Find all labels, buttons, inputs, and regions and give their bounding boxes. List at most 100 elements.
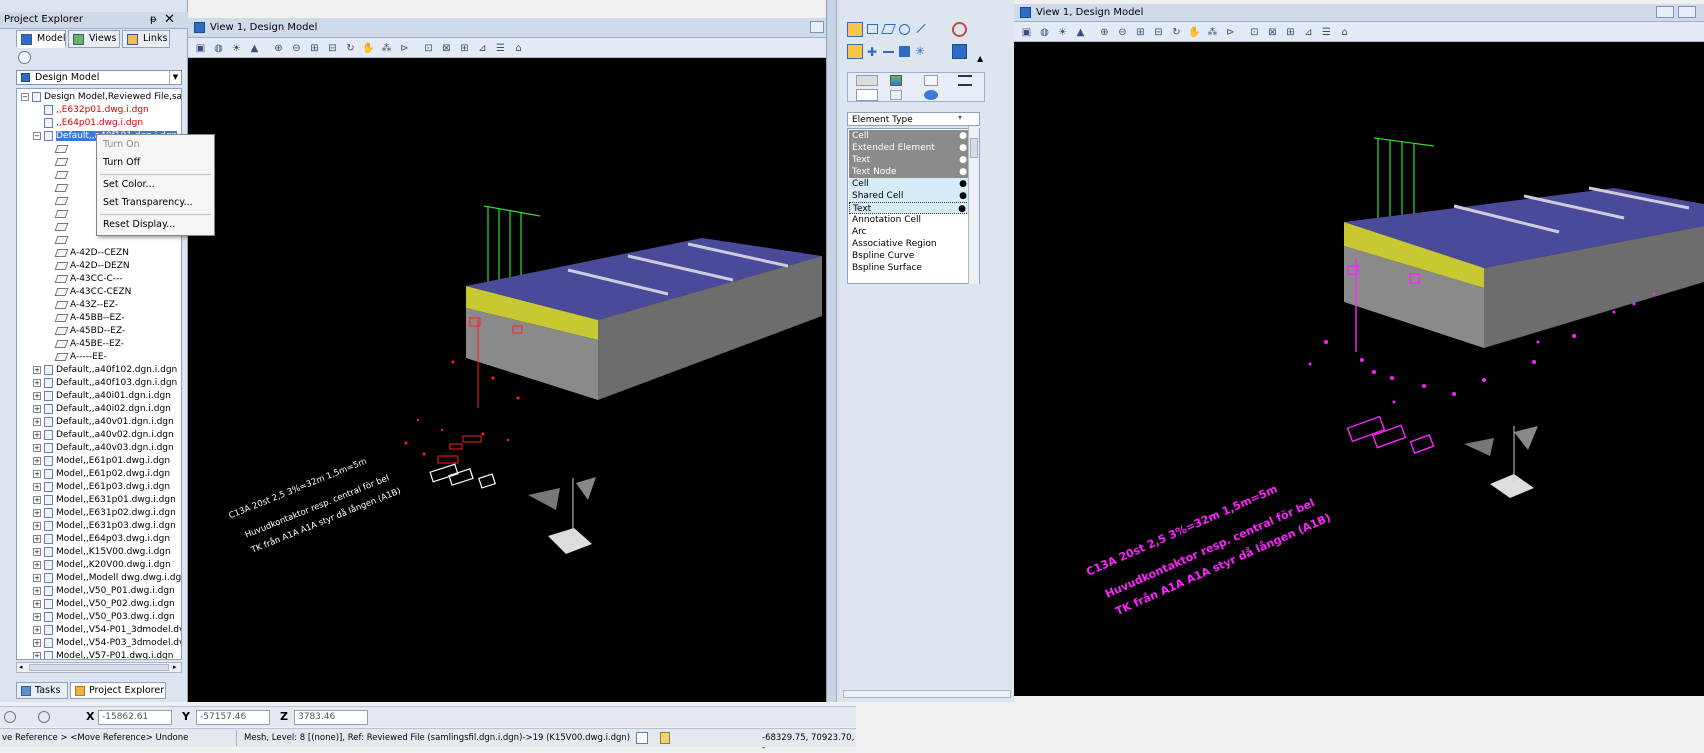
tree-row[interactable] xyxy=(45,156,70,169)
expand-toggle-icon[interactable]: + xyxy=(33,586,41,595)
clip-mask-icon[interactable]: ⊞ xyxy=(458,42,471,55)
tree-row[interactable]: A-43CC-C--- xyxy=(45,273,123,286)
scroll-right-icon[interactable]: ▸ xyxy=(173,663,177,671)
element-type-item[interactable]: Text ● xyxy=(849,202,975,214)
lighting-icon[interactable]: ☀ xyxy=(230,42,243,55)
tree-row[interactable]: + Default,,a40v01.dgn.i.dgn xyxy=(33,416,174,429)
element-panel-hscroll[interactable] xyxy=(843,690,1011,698)
pan-icon[interactable]: ✋ xyxy=(362,42,375,55)
view-right-canvas[interactable]: C13A 20st 2,5 3%=32m 1,5m=5m Huvudkontak… xyxy=(1014,42,1704,696)
expand-toggle-icon[interactable]: + xyxy=(33,534,41,543)
tree-row[interactable]: A-45BB--EZ- xyxy=(45,312,124,325)
tree-row[interactable]: + Model,,V54-P03_3dmodel.dv xyxy=(33,637,181,650)
clip-mask-icon[interactable]: ⊞ xyxy=(1284,26,1297,39)
tab-project-explorer[interactable]: Project Explorer xyxy=(70,682,166,699)
expand-toggle-icon[interactable]: + xyxy=(33,638,41,647)
expand-up-icon[interactable]: ▲ xyxy=(977,54,983,63)
view-previous-icon[interactable]: ⁂ xyxy=(1206,26,1219,39)
color-tab-icon[interactable] xyxy=(890,75,902,86)
model-dropdown[interactable]: Design Model ▼ xyxy=(16,70,182,85)
tree-row[interactable]: + Model,,V50_P02.dwg.i.dgn xyxy=(33,598,175,611)
class-tab-icon[interactable] xyxy=(890,90,902,100)
tree-row[interactable]: + Model,,K15V00.dwg.i.dgn xyxy=(33,546,171,559)
style-tab-icon[interactable] xyxy=(958,75,972,86)
element-type-item[interactable]: Cell ● xyxy=(849,130,975,142)
tree-row[interactable]: A-----EE- xyxy=(45,351,107,364)
tree-row[interactable]: + Default,,a40f102.dgn.i.dgn xyxy=(33,364,177,377)
tab-links[interactable]: Links xyxy=(122,30,170,48)
render-icon[interactable]: ◍ xyxy=(1038,26,1051,39)
zoom-out-icon[interactable]: ⊖ xyxy=(290,42,303,55)
view-left-canvas[interactable]: C13A 20st 2,5 3%=32m 1,5m=5m Huvudkontak… xyxy=(188,58,826,702)
expand-toggle-icon[interactable]: + xyxy=(33,625,41,634)
tree-row[interactable]: A-45BE--EZ- xyxy=(45,338,124,351)
menu-item-turn-on[interactable]: Turn On xyxy=(103,139,140,150)
expand-toggle-icon[interactable]: + xyxy=(33,430,41,439)
scrollbar-thumb[interactable] xyxy=(29,664,169,671)
element-type-item[interactable]: Bspline Surface xyxy=(849,262,975,274)
tree-row[interactable]: + Model,,E631p01.dwg.i.dgn xyxy=(33,494,176,507)
expand-toggle-icon[interactable]: + xyxy=(33,482,41,491)
levels-tab-icon[interactable] xyxy=(856,75,878,86)
expand-toggle-icon[interactable]: + xyxy=(33,469,41,478)
tree-row[interactable]: A-43Z--EZ- xyxy=(45,299,118,312)
tree-row[interactable]: A-42D--CEZN xyxy=(45,247,129,260)
lock-icon[interactable] xyxy=(660,732,670,744)
expand-toggle-icon[interactable]: + xyxy=(33,391,41,400)
tab-tasks[interactable]: Tasks xyxy=(16,682,68,699)
expand-toggle-icon[interactable]: + xyxy=(33,378,41,387)
x-input[interactable]: -15862.61 xyxy=(98,710,172,725)
pan-icon[interactable]: ✋ xyxy=(1188,26,1201,39)
pointer-button[interactable] xyxy=(952,44,967,59)
level-icon[interactable]: ▲ xyxy=(248,42,261,55)
tree-row[interactable]: + Default,,a40i02.dgn.i.dgn xyxy=(33,403,171,416)
new-selection-button[interactable] xyxy=(847,44,863,59)
expand-toggle-icon[interactable]: + xyxy=(33,443,41,452)
tree-row[interactable] xyxy=(45,221,70,234)
element-type-item[interactable]: Cell ● xyxy=(849,178,975,190)
expand-toggle-icon[interactable]: + xyxy=(33,521,41,530)
menu-item-reset-display[interactable]: Reset Display... xyxy=(103,219,175,230)
element-type-item[interactable]: Text Node ● xyxy=(849,166,975,178)
tree-row[interactable] xyxy=(45,208,70,221)
rotate-icon[interactable]: ↻ xyxy=(344,42,357,55)
element-type-item[interactable]: Extended Element ● xyxy=(849,142,975,154)
zoom-in-icon[interactable]: ⊕ xyxy=(1098,26,1111,39)
tree-row[interactable]: A-45BD--EZ- xyxy=(45,325,125,338)
refresh-icon[interactable] xyxy=(18,51,31,64)
tree-row[interactable]: + Model,,E61p02.dwg.i.dgn xyxy=(33,468,170,481)
select-block-button[interactable] xyxy=(867,24,878,34)
element-type-item[interactable]: Annotation Cell xyxy=(849,214,975,226)
element-type-header[interactable]: Element Type ▾ xyxy=(847,112,980,126)
view-display-icon[interactable]: ▣ xyxy=(194,42,207,55)
expand-toggle-icon[interactable]: + xyxy=(33,612,41,621)
fit-icon[interactable]: ⊞ xyxy=(1134,26,1147,39)
weight-tab-icon[interactable] xyxy=(924,75,938,86)
render-icon[interactable]: ◍ xyxy=(212,42,225,55)
zoom-out-icon[interactable]: ⊖ xyxy=(1116,26,1129,39)
tree-row[interactable] xyxy=(45,182,70,195)
tree-row[interactable]: + Model,,E631p03.dwg.i.dgn xyxy=(33,520,176,533)
view-attributes-icon[interactable]: ☰ xyxy=(494,42,507,55)
tab-model[interactable]: Model xyxy=(16,30,66,48)
fit-icon[interactable]: ⊞ xyxy=(308,42,321,55)
tree-row[interactable]: + Model,,E61p03.dwg.i.dgn xyxy=(33,481,170,494)
expand-toggle-icon[interactable]: − xyxy=(33,131,41,140)
element-type-item[interactable]: Shared Cell ● xyxy=(849,190,975,202)
expand-toggle-icon[interactable]: + xyxy=(33,508,41,517)
tree-row[interactable] xyxy=(45,234,70,247)
invert-icon[interactable] xyxy=(899,46,910,57)
rotate-icon[interactable]: ↻ xyxy=(1170,26,1183,39)
element-type-item[interactable]: Text ● xyxy=(849,154,975,166)
type-tab-icon[interactable] xyxy=(856,89,878,101)
tree-row[interactable]: + Model,,K20V00.dwg.i.dgn xyxy=(33,559,171,572)
tree-row[interactable]: + Model,,V54-P01_3dmodel.dv xyxy=(33,624,181,637)
snap-icon[interactable] xyxy=(636,732,648,744)
window-area-icon[interactable]: ⊟ xyxy=(1152,26,1165,39)
view-attributes-icon[interactable]: ☰ xyxy=(1320,26,1333,39)
expand-toggle-icon[interactable]: − xyxy=(21,92,29,101)
menu-item-set-transparency[interactable]: Set Transparency... xyxy=(103,197,193,208)
camera-icon[interactable]: ⊿ xyxy=(476,42,489,55)
select-shape-button[interactable] xyxy=(881,24,896,34)
zoom-in-icon[interactable]: ⊕ xyxy=(272,42,285,55)
